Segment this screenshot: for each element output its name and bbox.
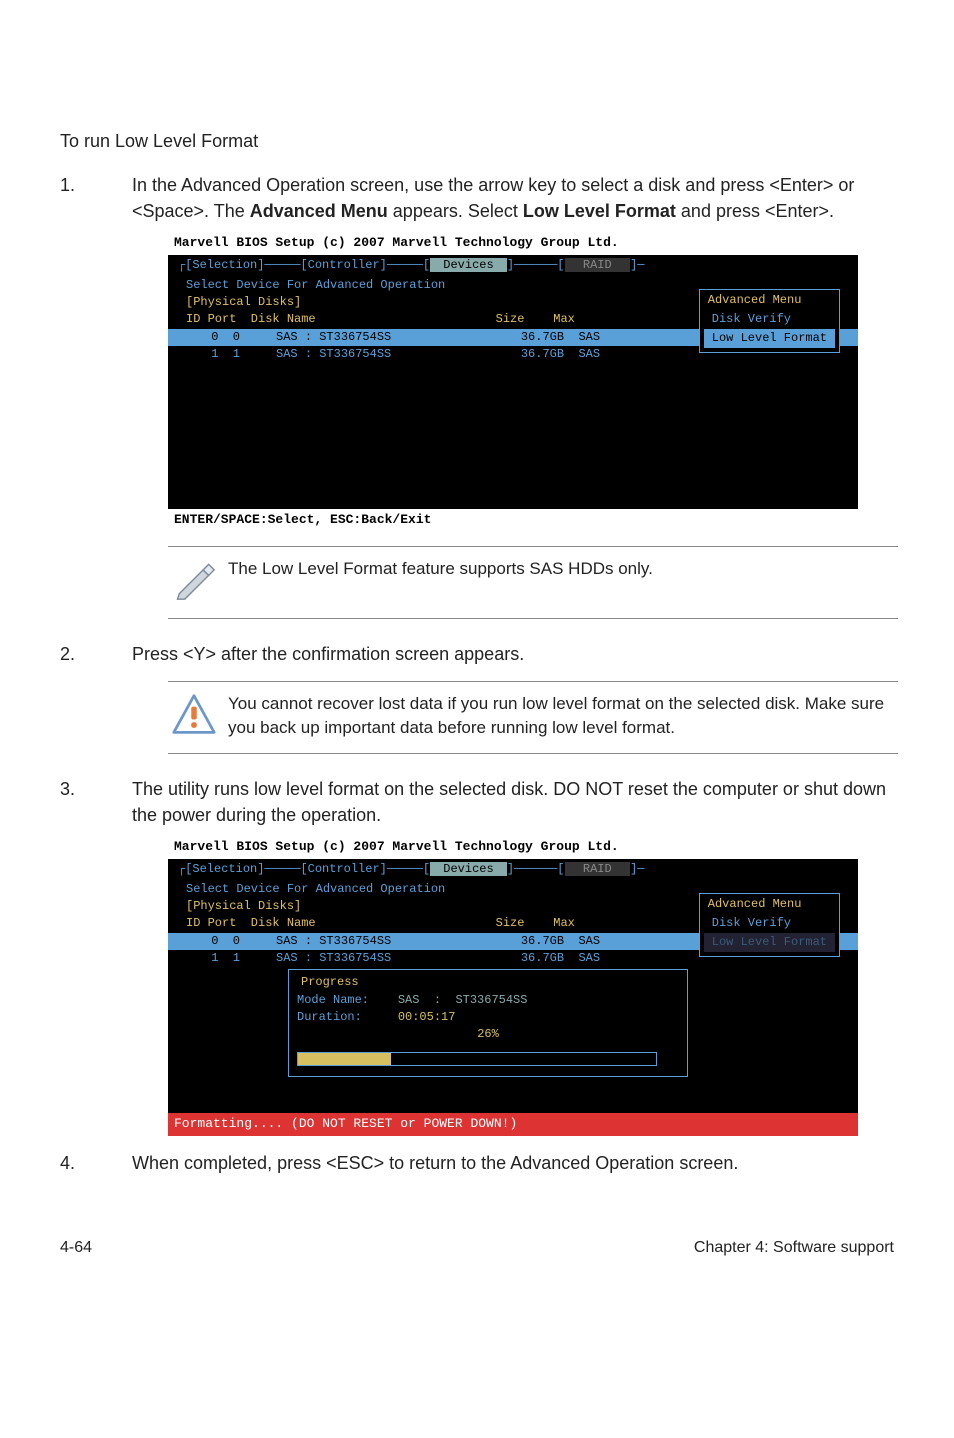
chapter-label: Chapter 4: Software support bbox=[694, 1236, 894, 1259]
bios-footer: ENTER/SPACE:Select, ESC:Back/Exit bbox=[168, 509, 858, 532]
step1-part-c: and press <Enter>. bbox=[676, 201, 834, 221]
progress-duration-value: 00:05:17 bbox=[398, 1010, 456, 1024]
step-text: In the Advanced Operation screen, use th… bbox=[132, 172, 894, 224]
advanced-menu-disk-verify: Disk Verify bbox=[704, 914, 835, 933]
bios-header: Marvell BIOS Setup (c) 2007 Marvell Tech… bbox=[168, 232, 858, 255]
tab-controller: [Controller] bbox=[300, 862, 386, 876]
bios-header: Marvell BIOS Setup (c) 2007 Marvell Tech… bbox=[168, 836, 858, 859]
bios-tabbar: ┌[Selection]─────[Controller]─────[ Devi… bbox=[168, 255, 858, 276]
bios-screen: ┌[Selection]─────[Controller]─────[ Devi… bbox=[168, 859, 858, 1113]
progress-percent: 26% bbox=[297, 1026, 679, 1043]
advanced-menu-disk-verify: Disk Verify bbox=[704, 310, 835, 329]
step-4: 4. When completed, press <ESC> to return… bbox=[60, 1150, 894, 1176]
progress-popup: Progress Mode Name: SAS : ST336754SS Dur… bbox=[288, 969, 688, 1077]
progress-bar-fill bbox=[298, 1053, 391, 1065]
step-number: 1. bbox=[60, 172, 132, 224]
tab-devices: Devices bbox=[430, 258, 507, 272]
step1-part-b: appears. Select bbox=[388, 201, 523, 221]
note-text: The Low Level Format feature supports SA… bbox=[228, 557, 894, 581]
advanced-menu-popup: Advanced Menu Disk Verify Low Level Form… bbox=[699, 289, 840, 353]
bios-footer-formatting: Formatting.... (DO NOT RESET or POWER DO… bbox=[168, 1113, 858, 1136]
tab-selection: [Selection] bbox=[185, 258, 264, 272]
progress-duration-label: Duration: bbox=[297, 1010, 398, 1024]
step-number: 3. bbox=[60, 776, 132, 828]
progress-mode-label: Mode Name: bbox=[297, 993, 398, 1007]
progress-mode-value: SAS : ST336754SS bbox=[398, 993, 528, 1007]
progress-mode: Mode Name: SAS : ST336754SS bbox=[297, 992, 679, 1009]
bios-screen: ┌[Selection]─────[Controller]─────[ Devi… bbox=[168, 255, 858, 509]
warning-icon bbox=[172, 692, 228, 743]
advanced-menu-low-level-format: Low Level Format bbox=[704, 933, 835, 952]
tab-raid: RAID bbox=[565, 258, 631, 272]
bios-screenshot-1: Marvell BIOS Setup (c) 2007 Marvell Tech… bbox=[168, 232, 858, 532]
page-number: 4-64 bbox=[60, 1236, 92, 1259]
warning-text: You cannot recover lost data if you run … bbox=[228, 692, 894, 740]
step-3: 3. The utility runs low level format on … bbox=[60, 776, 894, 828]
bios-screenshot-2: Marvell BIOS Setup (c) 2007 Marvell Tech… bbox=[168, 836, 858, 1136]
step-text: When completed, press <ESC> to return to… bbox=[132, 1150, 894, 1176]
step1-bold-a: Advanced Menu bbox=[250, 201, 388, 221]
advanced-menu-title: Advanced Menu bbox=[704, 292, 835, 309]
tab-raid: RAID bbox=[565, 862, 631, 876]
advanced-menu-low-level-format: Low Level Format bbox=[704, 329, 835, 348]
tab-controller: [Controller] bbox=[300, 258, 386, 272]
step-number: 4. bbox=[60, 1150, 132, 1176]
step-text: The utility runs low level format on the… bbox=[132, 776, 894, 828]
low-level-format-heading: To run Low Level Format bbox=[60, 128, 894, 154]
tab-selection: [Selection] bbox=[185, 862, 264, 876]
step-number: 2. bbox=[60, 641, 132, 667]
tab-devices: Devices bbox=[430, 862, 507, 876]
progress-bar bbox=[297, 1052, 657, 1066]
step-1: 1. In the Advanced Operation screen, use… bbox=[60, 172, 894, 224]
step-text: Press <Y> after the confirmation screen … bbox=[132, 641, 894, 667]
progress-title: Progress bbox=[297, 974, 363, 991]
warning-callout: You cannot recover lost data if you run … bbox=[168, 681, 898, 754]
advanced-menu-popup: Advanced Menu Disk Verify Low Level Form… bbox=[699, 893, 840, 957]
step-2: 2. Press <Y> after the confirmation scre… bbox=[60, 641, 894, 667]
advanced-menu-title: Advanced Menu bbox=[704, 896, 835, 913]
step1-bold-b: Low Level Format bbox=[523, 201, 676, 221]
note-callout: The Low Level Format feature supports SA… bbox=[168, 546, 898, 619]
pencil-icon bbox=[172, 557, 228, 608]
bios-tabbar: ┌[Selection]─────[Controller]─────[ Devi… bbox=[168, 859, 858, 880]
page-footer: 4-64 Chapter 4: Software support bbox=[60, 1236, 894, 1259]
progress-duration: Duration: 00:05:17 bbox=[297, 1009, 679, 1026]
